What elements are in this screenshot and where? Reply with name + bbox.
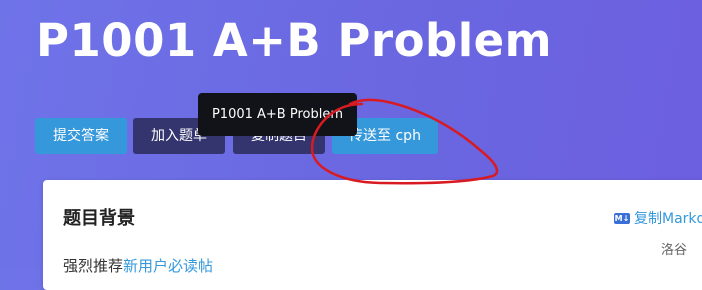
- problem-card: 题目背景 M↓ 复制Markdown 洛谷 强烈推荐新用户必读帖: [43, 180, 702, 290]
- body-prefix: 强烈推荐: [63, 257, 124, 275]
- copy-markdown-button[interactable]: M↓ 复制Markdown: [614, 208, 702, 228]
- body-text: 强烈推荐新用户必读帖: [63, 255, 213, 276]
- tooltip: P1001 A+B Problem: [198, 93, 357, 136]
- new-user-guide-link[interactable]: 新用户必读帖: [123, 257, 213, 275]
- section-title: 题目背景: [63, 208, 135, 229]
- page-title: P1001 A+B Problem: [36, 14, 553, 67]
- source-label: 洛谷: [661, 243, 688, 258]
- submit-answer-button[interactable]: 提交答案: [35, 118, 127, 154]
- copy-markdown-label: 复制Markdown: [634, 211, 702, 227]
- markdown-icon: M↓: [614, 212, 630, 224]
